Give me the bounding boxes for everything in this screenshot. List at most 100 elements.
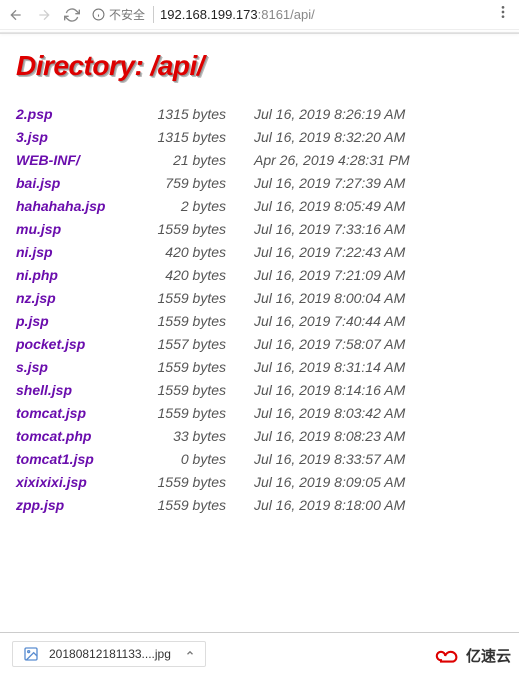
file-link[interactable]: s.jsp: [16, 359, 48, 375]
file-date-cell: Jul 16, 2019 8:31:14 AM: [246, 355, 410, 378]
file-date-cell: Jul 16, 2019 7:58:07 AM: [246, 332, 410, 355]
browser-toolbar: 不安全 192.168.199.173:8161/api/: [0, 0, 519, 30]
file-link[interactable]: tomcat.php: [16, 428, 91, 444]
file-name-cell: hahahaha.jsp: [16, 194, 146, 217]
table-row: 2.psp 1315 bytes Jul 16, 2019 8:26:19 AM: [16, 102, 410, 125]
file-size-cell: 1559 bytes: [146, 286, 246, 309]
file-link[interactable]: WEB-INF/: [16, 152, 80, 168]
file-link[interactable]: ni.php: [16, 267, 58, 283]
info-icon: [92, 8, 105, 21]
file-date-cell: Jul 16, 2019 7:33:16 AM: [246, 217, 410, 240]
file-link[interactable]: hahahaha.jsp: [16, 198, 105, 214]
file-date-cell: Jul 16, 2019 7:21:09 AM: [246, 263, 410, 286]
file-size-cell: 33 bytes: [146, 424, 246, 447]
file-date-cell: Jul 16, 2019 8:00:04 AM: [246, 286, 410, 309]
page-title: Directory: /api/: [16, 50, 503, 82]
file-link[interactable]: bai.jsp: [16, 175, 60, 191]
file-date-cell: Jul 16, 2019 8:03:42 AM: [246, 401, 410, 424]
cloud-logo-icon: [434, 646, 462, 666]
file-link[interactable]: tomcat.jsp: [16, 405, 86, 421]
file-name-cell: tomcat.jsp: [16, 401, 146, 424]
file-name-cell: tomcat1.jsp: [16, 447, 146, 470]
table-row: zpp.jsp 1559 bytes Jul 16, 2019 8:18:00 …: [16, 493, 410, 516]
table-row: ni.jsp 420 bytes Jul 16, 2019 7:22:43 AM: [16, 240, 410, 263]
table-row: 3.jsp 1315 bytes Jul 16, 2019 8:32:20 AM: [16, 125, 410, 148]
file-size-cell: 2 bytes: [146, 194, 246, 217]
file-size-cell: 420 bytes: [146, 263, 246, 286]
file-name-cell: s.jsp: [16, 355, 146, 378]
file-name-cell: shell.jsp: [16, 378, 146, 401]
file-size-cell: 1559 bytes: [146, 401, 246, 424]
file-date-cell: Jul 16, 2019 8:08:23 AM: [246, 424, 410, 447]
file-size-cell: 21 bytes: [146, 148, 246, 171]
directory-listing: 2.psp 1315 bytes Jul 16, 2019 8:26:19 AM…: [16, 102, 410, 516]
file-size-cell: 1559 bytes: [146, 355, 246, 378]
file-name-cell: 2.psp: [16, 102, 146, 125]
table-row: hahahaha.jsp 2 bytes Jul 16, 2019 8:05:4…: [16, 194, 410, 217]
file-date-cell: Jul 16, 2019 8:32:20 AM: [246, 125, 410, 148]
security-indicator[interactable]: 不安全: [92, 6, 154, 23]
file-link[interactable]: shell.jsp: [16, 382, 72, 398]
file-date-cell: Jul 16, 2019 8:26:19 AM: [246, 102, 410, 125]
table-row: WEB-INF/ 21 bytes Apr 26, 2019 4:28:31 P…: [16, 148, 410, 171]
file-link[interactable]: xixixixi.jsp: [16, 474, 87, 490]
menu-button[interactable]: [495, 4, 511, 25]
file-name-cell: WEB-INF/: [16, 148, 146, 171]
chevron-up-icon[interactable]: [185, 647, 195, 661]
file-name-cell: bai.jsp: [16, 171, 146, 194]
forward-button[interactable]: [36, 7, 52, 23]
file-date-cell: Jul 16, 2019 8:18:00 AM: [246, 493, 410, 516]
page-content: Directory: /api/ 2.psp 1315 bytes Jul 16…: [0, 33, 519, 532]
file-date-cell: Jul 16, 2019 8:05:49 AM: [246, 194, 410, 217]
file-size-cell: 0 bytes: [146, 447, 246, 470]
address-bar[interactable]: 不安全 192.168.199.173:8161/api/: [92, 6, 483, 23]
file-date-cell: Apr 26, 2019 4:28:31 PM: [246, 148, 410, 171]
file-link[interactable]: nz.jsp: [16, 290, 56, 306]
table-row: ni.php 420 bytes Jul 16, 2019 7:21:09 AM: [16, 263, 410, 286]
insecure-label: 不安全: [109, 6, 145, 23]
file-date-cell: Jul 16, 2019 7:22:43 AM: [246, 240, 410, 263]
table-row: pocket.jsp 1557 bytes Jul 16, 2019 7:58:…: [16, 332, 410, 355]
file-name-cell: xixixixi.jsp: [16, 470, 146, 493]
watermark-text: 亿速云: [466, 645, 511, 666]
file-size-cell: 1557 bytes: [146, 332, 246, 355]
file-size-cell: 420 bytes: [146, 240, 246, 263]
file-name-cell: ni.php: [16, 263, 146, 286]
url-text: 192.168.199.173:8161/api/: [160, 7, 315, 22]
downloads-bar: 20180812181133....jpg 亿速云: [0, 632, 519, 674]
table-row: tomcat.php 33 bytes Jul 16, 2019 8:08:23…: [16, 424, 410, 447]
table-row: shell.jsp 1559 bytes Jul 16, 2019 8:14:1…: [16, 378, 410, 401]
table-row: tomcat.jsp 1559 bytes Jul 16, 2019 8:03:…: [16, 401, 410, 424]
table-row: mu.jsp 1559 bytes Jul 16, 2019 7:33:16 A…: [16, 217, 410, 240]
file-date-cell: Jul 16, 2019 8:09:05 AM: [246, 470, 410, 493]
file-size-cell: 1559 bytes: [146, 493, 246, 516]
file-size-cell: 759 bytes: [146, 171, 246, 194]
file-link[interactable]: ni.jsp: [16, 244, 53, 260]
file-name-cell: mu.jsp: [16, 217, 146, 240]
download-filename: 20180812181133....jpg: [49, 647, 171, 661]
file-link[interactable]: 3.jsp: [16, 129, 48, 145]
download-item[interactable]: 20180812181133....jpg: [12, 641, 206, 667]
file-link[interactable]: tomcat1.jsp: [16, 451, 94, 467]
table-row: xixixixi.jsp 1559 bytes Jul 16, 2019 8:0…: [16, 470, 410, 493]
file-name-cell: pocket.jsp: [16, 332, 146, 355]
file-name-cell: ni.jsp: [16, 240, 146, 263]
reload-button[interactable]: [64, 7, 80, 23]
back-button[interactable]: [8, 7, 24, 23]
file-name-cell: 3.jsp: [16, 125, 146, 148]
watermark: 亿速云: [434, 645, 511, 666]
file-link[interactable]: pocket.jsp: [16, 336, 85, 352]
file-size-cell: 1315 bytes: [146, 125, 246, 148]
table-row: tomcat1.jsp 0 bytes Jul 16, 2019 8:33:57…: [16, 447, 410, 470]
file-link[interactable]: p.jsp: [16, 313, 49, 329]
file-size-cell: 1559 bytes: [146, 217, 246, 240]
file-name-cell: p.jsp: [16, 309, 146, 332]
file-name-cell: nz.jsp: [16, 286, 146, 309]
table-row: nz.jsp 1559 bytes Jul 16, 2019 8:00:04 A…: [16, 286, 410, 309]
file-link[interactable]: mu.jsp: [16, 221, 61, 237]
table-row: bai.jsp 759 bytes Jul 16, 2019 7:27:39 A…: [16, 171, 410, 194]
file-link[interactable]: 2.psp: [16, 106, 53, 122]
file-date-cell: Jul 16, 2019 7:27:39 AM: [246, 171, 410, 194]
file-link[interactable]: zpp.jsp: [16, 497, 64, 513]
file-name-cell: zpp.jsp: [16, 493, 146, 516]
